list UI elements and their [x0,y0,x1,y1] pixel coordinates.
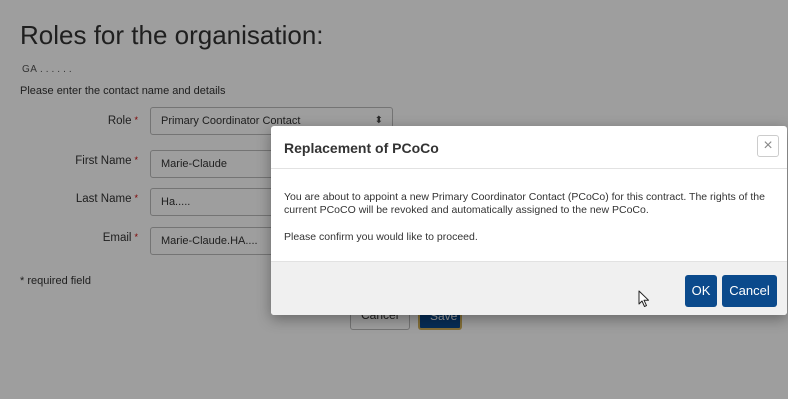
dialog-body: You are about to appoint a new Primary C… [271,169,787,261]
replacement-dialog: Replacement of PCoCo × You are about to … [271,126,787,315]
dialog-cancel-button[interactable]: Cancel [722,275,777,307]
dialog-confirm-text: Please confirm you would like to proceed… [284,231,478,243]
mouse-pointer-icon [638,290,650,313]
ok-button[interactable]: OK [685,275,717,307]
dialog-header: Replacement of PCoCo × [271,126,787,169]
dialog-footer: OK Cancel [271,261,787,315]
dialog-message: You are about to appoint a new Primary C… [284,191,765,216]
close-icon[interactable]: × [757,135,779,157]
dialog-title: Replacement of PCoCo [284,140,439,156]
